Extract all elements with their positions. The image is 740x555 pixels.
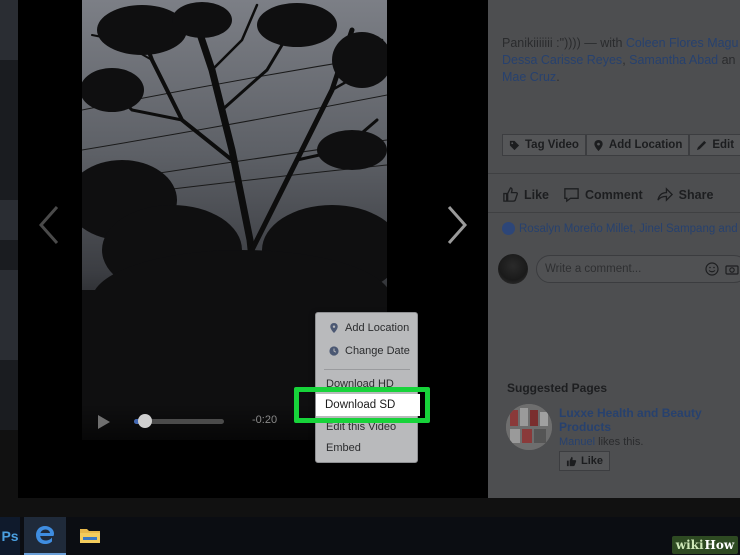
taskbar-edge-browser[interactable] <box>24 517 66 555</box>
edit-label: Edit <box>712 139 735 151</box>
comment-label: Comment <box>585 187 643 202</box>
like-button[interactable]: Like <box>502 186 549 203</box>
camera-icon[interactable] <box>725 262 739 276</box>
menu-item-label: Add Location <box>345 322 410 334</box>
menu-item-label: Embed <box>326 442 361 454</box>
avatar <box>498 254 528 284</box>
menu-item-label: Change Date <box>345 345 410 357</box>
comment-bubble-icon <box>564 188 579 203</box>
divider <box>488 212 740 213</box>
progress-knob[interactable] <box>137 414 152 428</box>
time-remaining: -0:20 <box>252 414 278 426</box>
share-label: Share <box>678 187 714 202</box>
likers-text[interactable]: Rosalyn Moreño Millet, Jinel Sampang and… <box>519 223 740 235</box>
comment-input-icons <box>705 262 739 276</box>
share-arrow-icon <box>656 187 673 202</box>
suggested-pages-title: Suggested Pages <box>507 381 608 395</box>
taskbar-file-explorer[interactable] <box>70 517 110 555</box>
post-side-panel: Panikiiiiiii :")))) — with Coleen Flores… <box>488 0 740 498</box>
tag-video-button[interactable]: Tag Video <box>502 134 586 156</box>
play-icon[interactable] <box>96 414 112 430</box>
tagged-person-link[interactable]: Dessa Carisse Reyes <box>502 53 622 67</box>
menu-item-change-date[interactable]: Change Date <box>316 341 417 361</box>
suggested-page-name[interactable]: Luxxe Health and Beauty Products <box>559 406 729 434</box>
suggested-page-social: Manuel likes this. <box>559 436 643 448</box>
divider <box>488 173 740 174</box>
menu-item-download-sd[interactable]: Download SD <box>316 394 420 416</box>
location-pin-icon <box>594 139 603 151</box>
add-location-label: Add Location <box>608 139 683 151</box>
suggested-page-like-button[interactable]: Like <box>559 451 611 471</box>
taskbar-photoshop[interactable]: Ps <box>0 517 20 555</box>
thumbs-up-icon <box>566 456 577 466</box>
photoshop-icon: Ps <box>1 528 19 544</box>
caption-and: an <box>718 53 736 67</box>
watermark-how: How <box>704 538 735 552</box>
caption-period: . <box>556 70 560 84</box>
progress-bar[interactable] <box>134 414 224 428</box>
location-pin-icon <box>330 323 338 333</box>
edge-browser-icon <box>36 526 54 544</box>
caption-with: — with <box>584 36 626 50</box>
menu-item-embed[interactable]: Embed <box>316 438 417 458</box>
friend-link[interactable]: Manuel <box>559 436 595 448</box>
tag-video-label: Tag Video <box>525 139 579 151</box>
thumbs-up-icon <box>503 187 518 202</box>
wikihow-watermark: wiki How <box>672 536 738 554</box>
background-page-strip <box>0 0 18 430</box>
product-collage-image <box>506 404 552 450</box>
likes-suffix: likes this. <box>595 436 644 448</box>
watermark-wiki: wiki <box>675 538 704 552</box>
comment-placeholder: Write a comment... <box>545 263 642 275</box>
likers-summary[interactable]: Rosalyn Moreño Millet, Jinel Sampang and… <box>502 222 740 235</box>
menu-divider <box>324 369 410 370</box>
tagged-person-link[interactable]: Samantha Abad <box>629 53 718 67</box>
edit-button[interactable]: Edit <box>689 134 740 156</box>
post-action-bar: Tag Video Add Location Edit <box>502 134 740 158</box>
share-button[interactable]: Share <box>656 186 714 203</box>
comment-button[interactable]: Comment <box>563 186 643 203</box>
like-badge-icon <box>502 222 515 235</box>
chevron-right-icon[interactable] <box>446 205 468 245</box>
chevron-left-icon[interactable] <box>38 205 60 245</box>
add-location-button[interactable]: Add Location <box>585 134 690 156</box>
like-label: Like <box>524 187 550 202</box>
tagged-person-link[interactable]: Coleen Flores Magu <box>626 36 739 50</box>
clock-icon <box>329 346 339 356</box>
like-button-label: Like <box>581 455 604 467</box>
comment-input[interactable]: Write a comment... <box>536 255 740 283</box>
menu-item-add-location[interactable]: Add Location <box>316 318 417 338</box>
post-caption: Panikiiiiiii :")))) — with Coleen Flores… <box>502 35 740 86</box>
tagged-person-link[interactable]: Mae Cruz <box>502 70 556 84</box>
emoji-icon[interactable] <box>705 262 719 276</box>
comment-composer: Write a comment... <box>498 252 740 286</box>
screen: -0:20 Panikiiiiiii :")))) — with Coleen … <box>0 0 740 555</box>
taskbar: Ps <box>0 517 740 555</box>
folder-icon <box>80 529 100 543</box>
suggested-page-thumbnail[interactable] <box>506 404 552 450</box>
caption-text: Panikiiiiiii :")))) <box>502 36 585 50</box>
reaction-bar: Like Comment Share <box>502 186 713 203</box>
tag-icon <box>509 140 520 150</box>
pencil-icon <box>697 140 707 150</box>
